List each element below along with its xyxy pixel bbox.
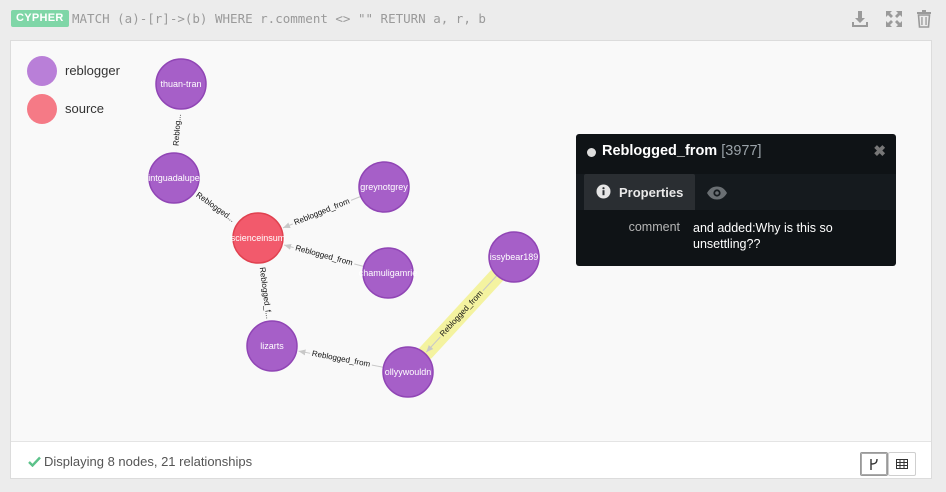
relationship-label: Reblogged...: [194, 190, 236, 224]
relationship-n6-n8[interactable]: Reblogged_from: [418, 267, 506, 361]
tab-properties[interactable]: Properties: [584, 174, 695, 210]
node-label: lizarts: [260, 341, 284, 351]
legend-swatch: [27, 56, 57, 86]
relationship-n8-n7[interactable]: Reblogged_from: [298, 348, 384, 370]
relationship-n1-n2[interactable]: Reblog...: [171, 108, 185, 152]
check-icon: [28, 454, 41, 472]
info-icon: [596, 184, 611, 204]
property-key: comment: [628, 220, 680, 234]
relationship-n3-n4[interactable]: Reblogged_from: [282, 195, 362, 229]
panel-tabs: Properties: [576, 174, 896, 210]
node-chamuligamrie[interactable]: chamuligamrie: [359, 247, 418, 299]
node-ollyywouldn[interactable]: ollyywouldn: [382, 346, 434, 398]
node-issybear189[interactable]: issybear189: [488, 231, 540, 283]
graph-view-icon: [870, 458, 878, 470]
node-label: greynotgrey: [360, 182, 408, 192]
relationship-n7-n4[interactable]: Reblogged_f...: [256, 261, 275, 325]
relationship-id: [3977]: [721, 143, 762, 159]
node-lizarts[interactable]: lizarts: [246, 320, 298, 372]
query-bar: CYPHER MATCH (a)-[r]->(b) WHERE r.commen…: [0, 0, 946, 38]
node-label: scienceinsum: [231, 233, 286, 243]
status-text: Displaying 8 nodes, 21 relationships: [44, 454, 253, 469]
node-thuan-tran[interactable]: thuan-tran: [155, 58, 207, 110]
node-label: thuan-tran: [160, 79, 201, 89]
node-label: ollyywouldn: [385, 367, 432, 377]
close-icon[interactable]: ✖: [873, 142, 886, 160]
relationship-label: Reblogged_from: [438, 288, 485, 338]
node-greynotgrey[interactable]: greynotgrey: [358, 161, 410, 213]
expand-icon[interactable]: [884, 9, 904, 29]
legend-label: reblogger: [65, 63, 120, 78]
relationship-label: Reblogged_f...: [258, 267, 274, 320]
relationship-label: Reblogged_from: [293, 196, 352, 227]
relationship-dot-icon: [587, 148, 596, 157]
legend-label: source: [65, 101, 105, 116]
table-icon: [896, 459, 908, 469]
table-view-button[interactable]: [888, 452, 916, 476]
download-icon[interactable]: [850, 9, 870, 29]
relationship-n5-n4[interactable]: Reblogged_from: [283, 242, 364, 269]
graph-view-button[interactable]: [860, 452, 888, 476]
query-text[interactable]: MATCH (a)-[r]->(b) WHERE r.comment <> ""…: [72, 11, 486, 26]
relationship-n2-n4[interactable]: Reblogged...: [190, 187, 241, 228]
eye-icon[interactable]: [702, 182, 732, 204]
relationship-label: Reblogged_from: [311, 349, 371, 369]
node-label: chamuligamrie: [359, 268, 418, 278]
trash-icon[interactable]: [914, 9, 934, 29]
tab-properties-label: Properties: [619, 185, 684, 200]
relationship-label: Reblogged_from: [294, 243, 354, 267]
status-bar: Displaying 8 nodes, 21 relationships: [11, 441, 931, 478]
node-label: intguadalupe: [148, 173, 200, 183]
panel-title: Reblogged_from [3977]: [602, 143, 762, 159]
node-label: issybear189: [490, 252, 539, 262]
legend-swatch: [27, 94, 57, 124]
inspector-panel: Reblogged_from [3977] ✖ Properties comme…: [576, 134, 896, 266]
property-value: and added:Why is this so unsettling??: [693, 221, 833, 251]
cypher-badge: CYPHER: [11, 10, 69, 27]
relationship-type: Reblogged_from: [602, 143, 718, 159]
node-intguadalupe[interactable]: intguadalupe: [148, 152, 200, 204]
